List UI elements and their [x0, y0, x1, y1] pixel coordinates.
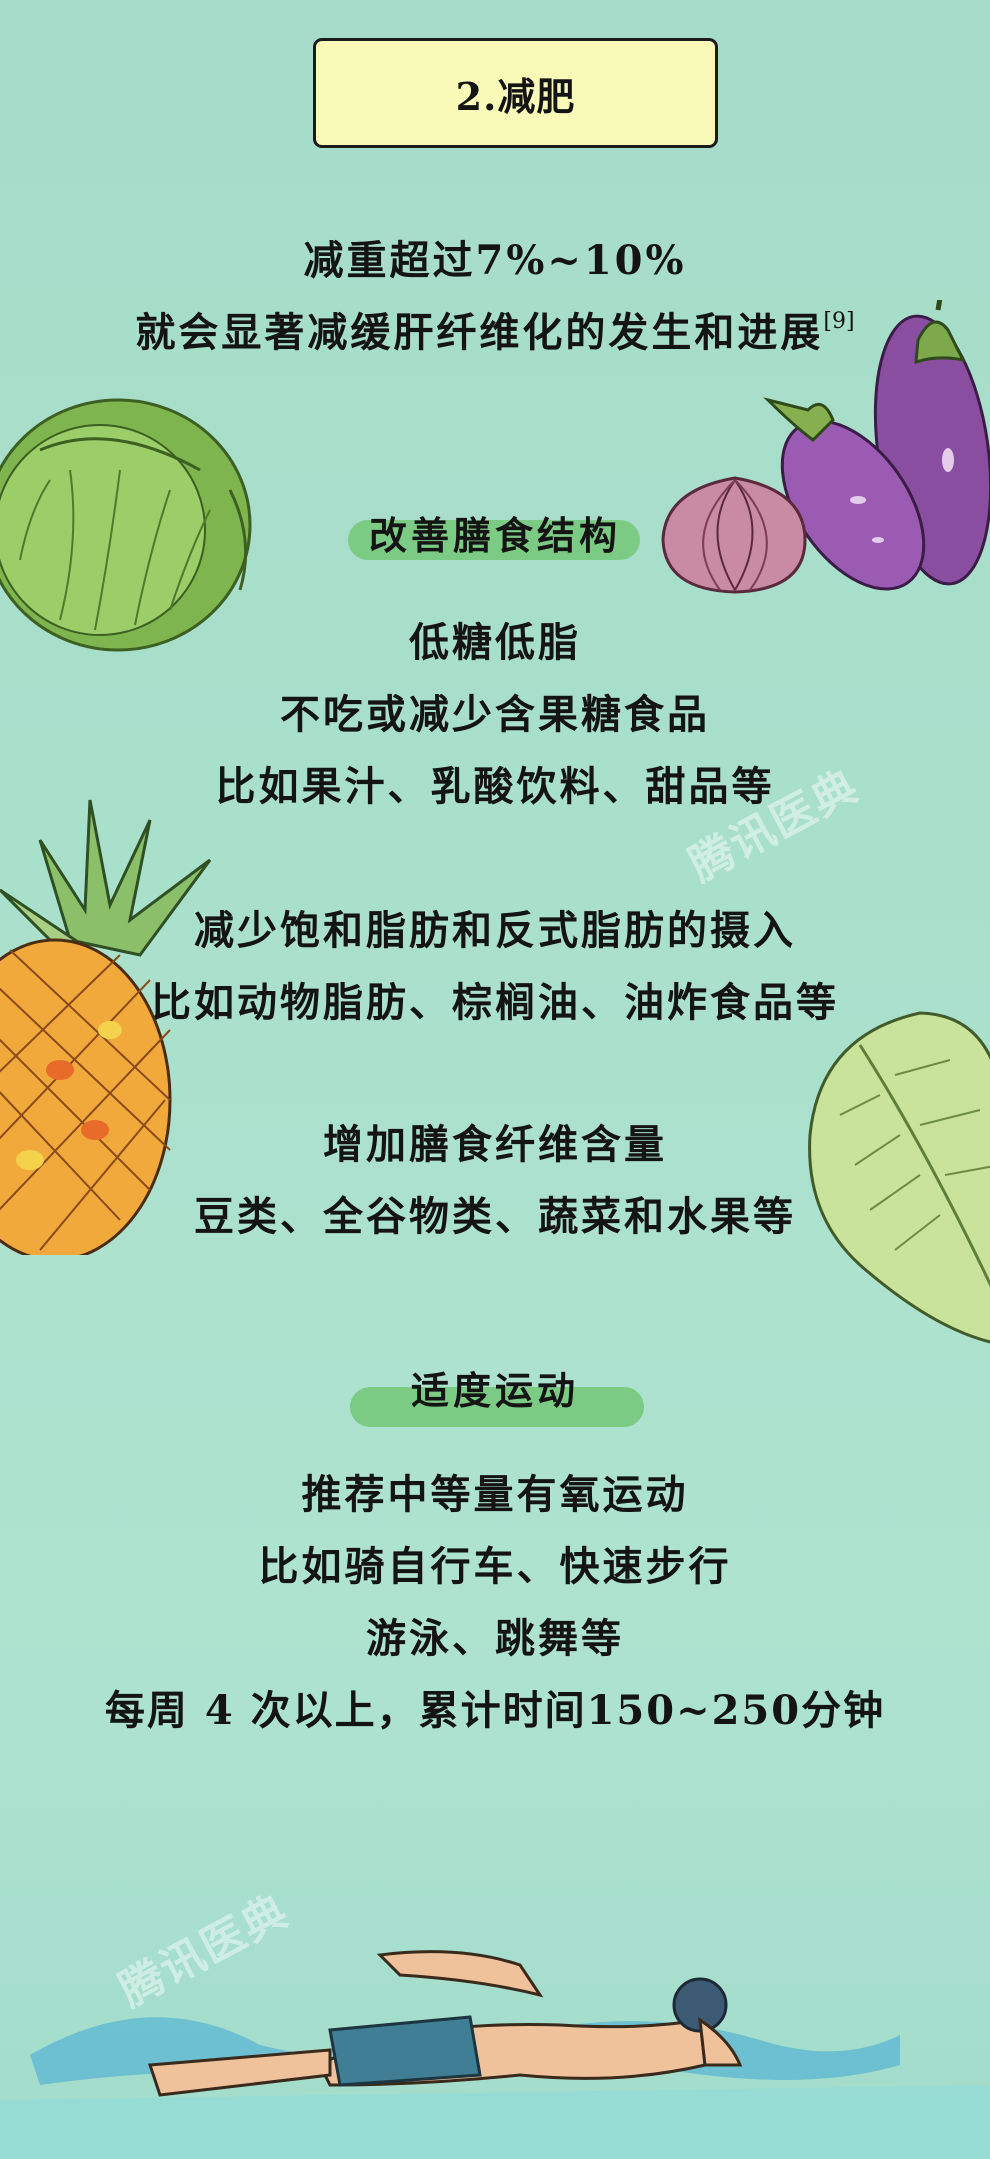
exercise-line-2: 比如骑自行车、快速步行 [258, 1543, 732, 1590]
diet-group1-line-2: 不吃或减少含果糖食品 [280, 691, 710, 738]
intro-line-1: 减重超过7%~10% [303, 237, 687, 284]
intro-line-2-text: 就会显著减缓肝纤维化的发生和进展 [135, 309, 824, 356]
diet-group1-line-1: 低糖低脂 [409, 619, 581, 666]
diet-heading: 改善膳食结构 [368, 513, 621, 558]
exercise-line-3: 游泳、跳舞等 [366, 1615, 624, 1662]
lettuce-illustration [808, 1011, 990, 1344]
infographic-page: 2.减肥 减重超过7%~10% 就会显著减缓肝纤维化的发生和进展[9] 改善膳食… [0, 0, 990, 2159]
exercise-heading: 适度运动 [410, 1368, 579, 1413]
swimmer-illustration [0, 1950, 990, 2159]
pineapple-illustration [0, 799, 212, 1255]
page-title: 2.减肥 [313, 38, 718, 148]
exercise-line-4: 每周 4 次以上，累计时间150~250分钟 [104, 1687, 886, 1734]
exercise-line-1: 推荐中等量有氧运动 [301, 1471, 689, 1518]
